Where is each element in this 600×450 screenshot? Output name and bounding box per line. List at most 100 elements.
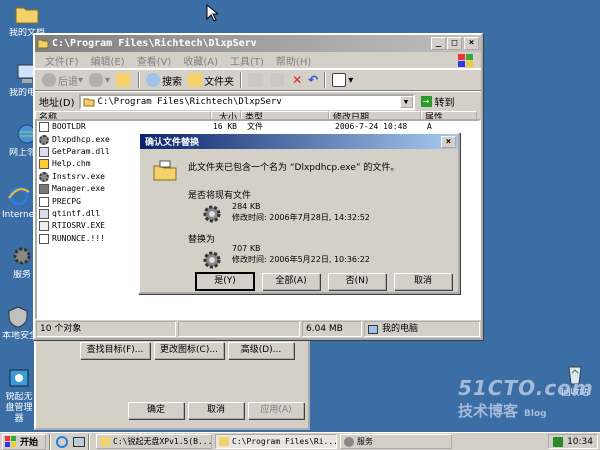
dialog-close-button[interactable]: ×	[441, 135, 456, 148]
search-label: 搜索	[162, 76, 183, 88]
toolbar-separator	[240, 72, 243, 88]
watermark: 51CTO.com 技术博客 Blog	[458, 376, 594, 421]
undo-icon: ↶	[308, 73, 319, 87]
file-name-label: Dlxpdhcp.exe	[52, 134, 110, 144]
menu-help[interactable]: 帮助(H)	[270, 53, 317, 68]
dialog-titlebar[interactable]: 确认文件替换 ×	[140, 134, 458, 149]
exe-file-icon	[39, 221, 49, 232]
explorer-titlebar[interactable]: C:\Program Files\Richtech\DlxpServ _ □ ×	[35, 35, 481, 52]
apply-button[interactable]: 应用(A)	[248, 402, 304, 419]
dll-file-icon	[39, 208, 49, 219]
menu-bar: 文件(F) 编辑(E) 查看(V) 收藏(A) 工具(T) 帮助(H)	[35, 52, 481, 69]
shield-icon	[8, 306, 28, 328]
disk-icon	[9, 369, 29, 387]
close-button[interactable]: ×	[464, 37, 479, 50]
up-folder-button[interactable]	[113, 71, 135, 89]
taskbar-separator	[88, 433, 90, 450]
task-services[interactable]: 服务	[340, 434, 452, 449]
start-button[interactable]: 开始	[2, 433, 46, 450]
file-name-label: GetParam.dll	[52, 146, 110, 156]
desktop-icon-richtech[interactable]: 锐起无盘管理器	[2, 366, 36, 425]
gear-icon	[344, 436, 354, 447]
gear-file-icon	[39, 134, 49, 145]
toolbar-separator	[138, 72, 141, 88]
dialog-title: 确认文件替换	[145, 138, 200, 148]
go-button[interactable]: → 转到	[420, 94, 455, 109]
menu-tools[interactable]: 工具(T)	[224, 53, 270, 68]
forward-arrow-icon	[89, 73, 104, 87]
file-file-icon	[39, 122, 49, 133]
menu-file[interactable]: 文件(F)	[39, 53, 85, 68]
dll-file-icon	[39, 146, 49, 157]
task-label: C:\Program Files\Ri...	[232, 437, 337, 446]
folder-icon	[37, 39, 49, 49]
computer-icon	[368, 324, 378, 334]
undo-button[interactable]: ↶	[305, 71, 321, 89]
go-label: 转到	[434, 98, 455, 109]
taskbar-separator	[49, 433, 51, 450]
show-desktop-icon[interactable]	[73, 436, 85, 447]
find-target-button[interactable]: 查找目标(F)...	[80, 342, 150, 359]
new-file-time: 修改时间: 2006年5月22日, 10:36:22	[232, 255, 370, 264]
advanced-button[interactable]: 高级(D)...	[228, 342, 294, 359]
folder-icon	[219, 437, 229, 446]
no-button[interactable]: 否(N)	[328, 273, 386, 290]
start-label: 开始	[20, 438, 39, 448]
task-label: 服务	[357, 437, 373, 446]
delete-button[interactable]: ✕	[289, 71, 305, 89]
gear-icon	[203, 251, 221, 269]
back-arrow-icon	[42, 73, 56, 87]
views-button[interactable]: ▾	[329, 71, 356, 89]
address-value: C:\Program Files\Richtech\DlxpServ	[97, 96, 282, 107]
gear-icon	[203, 205, 221, 223]
menu-view[interactable]: 查看(V)	[131, 53, 178, 68]
forward-button[interactable]: ▾	[86, 71, 113, 89]
folders-icon	[188, 73, 203, 87]
window-title: C:\Program Files\Richtech\DlxpServ	[52, 38, 257, 49]
change-icon-button[interactable]: 更改图标(C)...	[154, 342, 224, 359]
menu-favorites[interactable]: 收藏(A)	[177, 53, 224, 68]
status-location: 我的电脑	[364, 321, 480, 337]
yes-button[interactable]: 是(Y)	[195, 272, 255, 291]
move-to-button[interactable]	[245, 71, 267, 89]
copy-to-button[interactable]	[267, 71, 289, 89]
address-label: 地址(D)	[39, 98, 75, 109]
folders-button[interactable]: 文件夹	[185, 71, 237, 89]
status-bar: 10 个对象 6.04 MB 我的电脑	[35, 320, 481, 338]
back-button[interactable]: 后退 ▾	[39, 71, 86, 89]
desktop-icon-local-security[interactable]: 本地安全	[2, 305, 34, 342]
windows-logo-icon	[458, 53, 473, 67]
ie-quicklaunch-icon[interactable]	[56, 435, 68, 448]
ie-icon	[8, 186, 30, 206]
app-file-icon	[39, 184, 49, 195]
file-file-icon	[39, 196, 49, 207]
toolbar-separator	[324, 72, 327, 88]
watermark-line3: Blog	[524, 409, 547, 419]
minimize-button[interactable]: _	[431, 37, 446, 50]
yes-to-all-button[interactable]: 全部(A)	[262, 273, 320, 290]
folder-icon	[100, 437, 110, 446]
search-icon	[146, 73, 161, 87]
file-name-label: qtintf.dll	[52, 208, 101, 218]
ok-button[interactable]: 确定	[128, 402, 184, 419]
dialog-cancel-button[interactable]: 取消	[394, 273, 452, 290]
folder-replace-icon	[153, 160, 177, 181]
back-label: 后退	[58, 76, 78, 88]
task-richtech-folder[interactable]: C:\锐起无盘XPv1.5(B...	[96, 434, 212, 449]
address-input[interactable]: C:\Program Files\Richtech\DlxpServ ▼	[78, 93, 415, 110]
clock[interactable]: 10:34	[567, 437, 593, 447]
menu-edit[interactable]: 编辑(E)	[85, 53, 131, 68]
search-button[interactable]: 搜索	[143, 71, 185, 89]
maximize-button[interactable]: □	[447, 37, 462, 50]
existing-file-time: 修改时间: 2006年7月28日, 14:32:52	[232, 213, 370, 222]
watermark-line1: 51CTO.com	[458, 376, 594, 400]
cancel-button[interactable]: 取消	[188, 402, 244, 419]
taskbar: 开始 C:\锐起无盘XPv1.5(B... C:\Program Files\R…	[0, 432, 600, 450]
gear-file-icon	[39, 171, 49, 182]
task-dlxpserv-folder[interactable]: C:\Program Files\Ri...	[215, 434, 337, 449]
tray-network-icon[interactable]	[553, 436, 564, 447]
address-dropdown-button[interactable]: ▼	[399, 95, 413, 108]
dialog-question: 是否将现有文件	[188, 191, 252, 201]
status-size: 6.04 MB	[302, 321, 362, 337]
desktop-icon-ie[interactable]: Internet Explorer	[2, 184, 36, 221]
